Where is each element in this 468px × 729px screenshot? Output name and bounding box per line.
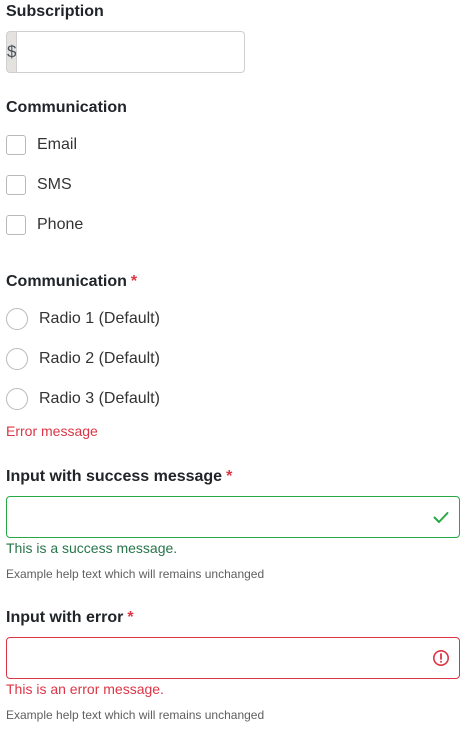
error-input-box xyxy=(6,637,460,679)
error-circle-icon xyxy=(433,650,449,666)
radio-option-3[interactable]: Radio 3 (Default) xyxy=(6,388,160,410)
checkbox-label: SMS xyxy=(37,176,72,193)
error-input-label-text: Input with error xyxy=(6,609,124,626)
checkbox-option-sms[interactable]: SMS xyxy=(6,174,72,196)
communication-checkbox-label: Communication xyxy=(6,99,127,116)
success-help-text: Example help text which will remains unc… xyxy=(6,567,265,581)
success-input-label: Input with success message * xyxy=(6,467,232,487)
checkbox-option-email[interactable]: Email xyxy=(6,134,77,156)
radio-button-1[interactable] xyxy=(6,308,28,330)
currency-prefix: $ xyxy=(6,31,17,73)
error-input-label: Input with error * xyxy=(6,608,134,628)
success-input-label-text: Input with success message xyxy=(6,468,223,485)
radio-button-2[interactable] xyxy=(6,348,28,370)
subscription-input-group: $ xyxy=(6,31,246,73)
checkbox-label: Email xyxy=(37,136,78,153)
radio-label: Radio 3 (Default) xyxy=(39,390,160,407)
subscription-input[interactable] xyxy=(16,31,246,73)
radio-error-message: Error message xyxy=(6,423,98,439)
error-input[interactable] xyxy=(7,638,427,678)
sms-checkbox[interactable] xyxy=(6,175,26,195)
checkbox-option-phone[interactable]: Phone xyxy=(6,214,83,236)
email-checkbox[interactable] xyxy=(6,135,26,155)
required-mark: * xyxy=(226,468,233,485)
required-mark: * xyxy=(127,609,134,626)
success-input-box xyxy=(6,496,460,538)
radio-option-2[interactable]: Radio 2 (Default) xyxy=(6,348,160,370)
success-message: This is a success message. xyxy=(6,540,178,556)
checkbox-label: Phone xyxy=(37,216,84,233)
communication-radio-label: Communication * xyxy=(6,272,137,292)
success-input[interactable] xyxy=(7,497,427,537)
radio-label: Radio 1 (Default) xyxy=(39,310,160,327)
radio-label: Radio 2 (Default) xyxy=(39,350,160,367)
subscription-label: Subscription xyxy=(6,3,104,20)
check-icon xyxy=(433,512,449,523)
error-message: This is an error message. xyxy=(6,681,164,697)
radio-button-3[interactable] xyxy=(6,388,28,410)
error-help-text: Example help text which will remains unc… xyxy=(6,708,265,722)
radio-option-1[interactable]: Radio 1 (Default) xyxy=(6,308,160,330)
phone-checkbox[interactable] xyxy=(6,215,26,235)
communication-radio-label-text: Communication xyxy=(6,273,127,290)
required-mark: * xyxy=(130,273,138,290)
